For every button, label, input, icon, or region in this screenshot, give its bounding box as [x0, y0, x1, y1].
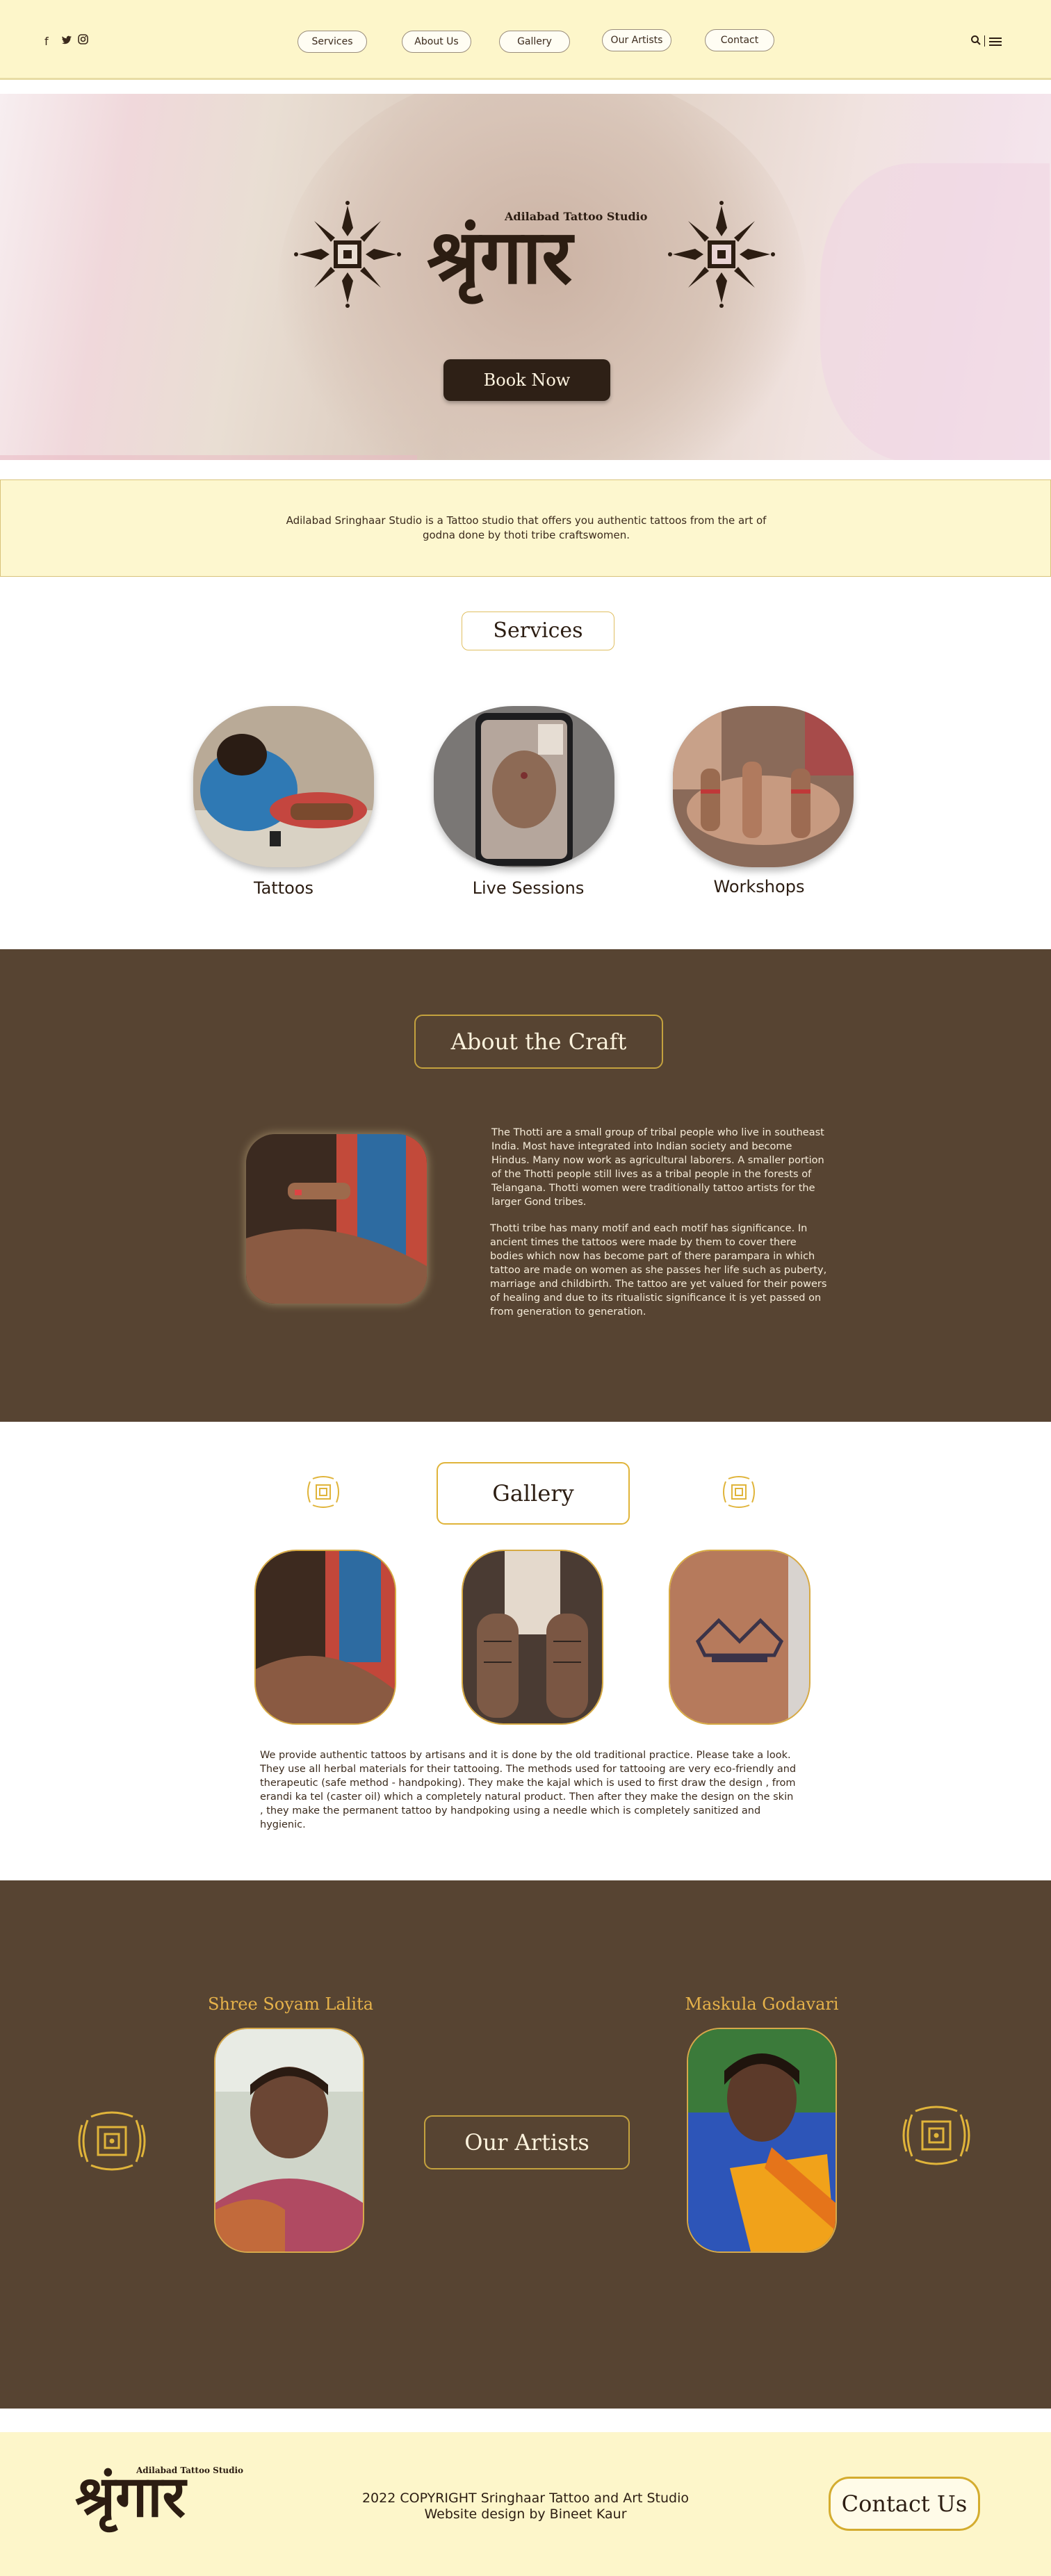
nav-contact[interactable]: Contact	[705, 29, 774, 51]
hero-logo: श्रृंगार	[427, 213, 573, 301]
footer-logo: श्रृंगार	[75, 2463, 186, 2530]
twitter-icon[interactable]	[61, 35, 72, 48]
ornament-right-icon	[668, 201, 775, 308]
intro-banner: Adilabad Sringhaar Studio is a Tattoo st…	[0, 479, 1051, 577]
gallery-description: We provide authentic tattoos by artisans…	[260, 1750, 797, 1830]
ornament-left-icon	[294, 201, 401, 308]
nav-about-us[interactable]: About Us	[402, 31, 471, 53]
artist-2-photo[interactable]	[687, 2028, 837, 2253]
gallery-image-2[interactable]	[462, 1550, 603, 1725]
nav-gallery[interactable]: Gallery	[499, 31, 570, 53]
about-paragraph-2: Thotti tribe has many motif and each mot…	[490, 1223, 827, 1318]
artist-1-photo[interactable]	[214, 2028, 364, 2253]
book-now-button[interactable]: Book Now	[443, 359, 610, 401]
service-live-sessions-image[interactable]	[434, 706, 614, 867]
search-icon[interactable]	[970, 35, 981, 49]
copyright-text: 2022 COPYRIGHT Sringhaar Tattoo and Art …	[361, 2491, 690, 2506]
service-tattoos-image[interactable]	[193, 706, 374, 867]
footer-copyright: 2022 COPYRIGHT Sringhaar Tattoo and Art …	[306, 2491, 745, 2522]
artist-2-name: Maskula Godavari	[685, 1994, 839, 2014]
gallery-ornament-right-icon	[723, 1476, 755, 1508]
services-heading: Services	[462, 612, 614, 650]
gallery-image-3[interactable]	[669, 1550, 810, 1725]
service-tattoos-label[interactable]: Tattoos	[179, 878, 388, 898]
nav-services[interactable]: Services	[298, 31, 367, 53]
service-workshops-image[interactable]	[673, 706, 854, 867]
contact-us-button[interactable]: Contact Us	[829, 2477, 980, 2531]
artists-ornament-right-icon	[902, 2106, 970, 2165]
gallery-heading: Gallery	[437, 1462, 630, 1525]
about-paragraph-1: The Thotti are a small group of tribal p…	[491, 1127, 824, 1208]
artists-heading: Our Artists	[424, 2115, 630, 2169]
nav-our-artists[interactable]: Our Artists	[602, 29, 671, 51]
artist-1-name: Shree Soyam Lalita	[207, 1994, 374, 2014]
facebook-icon[interactable]: f	[44, 35, 49, 48]
instagram-icon[interactable]	[78, 34, 88, 47]
gallery-ornament-left-icon	[307, 1476, 339, 1508]
nav-divider	[984, 35, 985, 47]
service-live-sessions-label[interactable]: Live Sessions	[424, 878, 633, 898]
menu-icon[interactable]	[989, 36, 1002, 49]
about-heading: About the Craft	[414, 1015, 663, 1069]
gallery-image-1[interactable]	[254, 1550, 396, 1725]
service-workshops-label[interactable]: Workshops	[655, 877, 863, 896]
hero-bg-accent	[0, 455, 417, 460]
artists-ornament-left-icon	[78, 2111, 146, 2171]
hero-bg-accent-right	[820, 163, 1050, 460]
design-credit: Website design by Bineet Kaur	[424, 2507, 627, 2522]
about-craft-image	[246, 1134, 427, 1304]
intro-text: Adilabad Sringhaar Studio is a Tattoo st…	[286, 514, 767, 541]
